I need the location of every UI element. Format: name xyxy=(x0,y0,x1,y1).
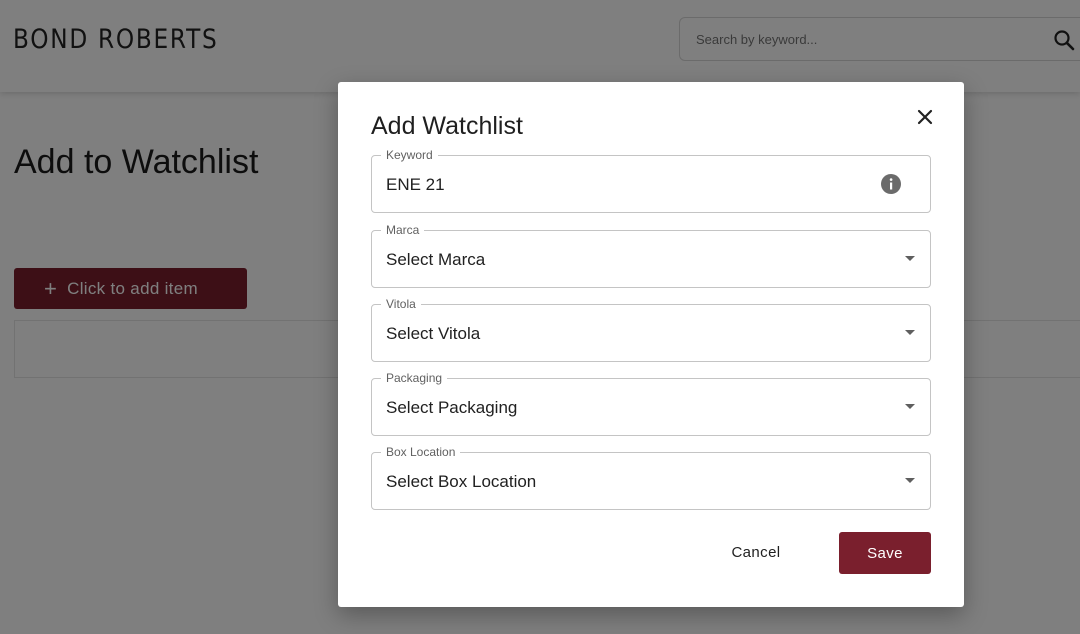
chevron-down-icon[interactable] xyxy=(905,256,915,261)
packaging-label: Packaging xyxy=(381,370,448,386)
cancel-button[interactable]: Cancel xyxy=(714,532,798,572)
packaging-select[interactable]: Packaging Select Packaging xyxy=(371,370,931,436)
marca-select[interactable]: Marca Select Marca xyxy=(371,222,931,288)
box-location-label: Box Location xyxy=(381,444,461,460)
add-watchlist-dialog: Add Watchlist Keyword ENE 21 Marca Selec… xyxy=(338,82,964,607)
vitola-value: Select Vitola xyxy=(386,324,481,343)
keyword-value[interactable]: ENE 21 xyxy=(386,175,445,195)
chevron-down-icon[interactable] xyxy=(905,404,915,409)
packaging-value: Select Packaging xyxy=(386,398,518,417)
keyword-label: Keyword xyxy=(381,147,438,163)
close-icon[interactable] xyxy=(911,103,939,131)
marca-label: Marca xyxy=(381,222,425,238)
save-button[interactable]: Save xyxy=(839,532,931,574)
vitola-label: Vitola xyxy=(381,296,421,312)
chevron-down-icon[interactable] xyxy=(905,478,915,483)
marca-value: Select Marca xyxy=(386,250,486,269)
keyword-field[interactable]: Keyword ENE 21 xyxy=(371,147,931,213)
chevron-down-icon[interactable] xyxy=(905,330,915,335)
dialog-title: Add Watchlist xyxy=(371,112,523,140)
box-location-value: Select Box Location xyxy=(386,472,537,491)
info-icon[interactable] xyxy=(880,173,902,195)
box-location-select[interactable]: Box Location Select Box Location xyxy=(371,444,931,510)
vitola-select[interactable]: Vitola Select Vitola xyxy=(371,296,931,362)
